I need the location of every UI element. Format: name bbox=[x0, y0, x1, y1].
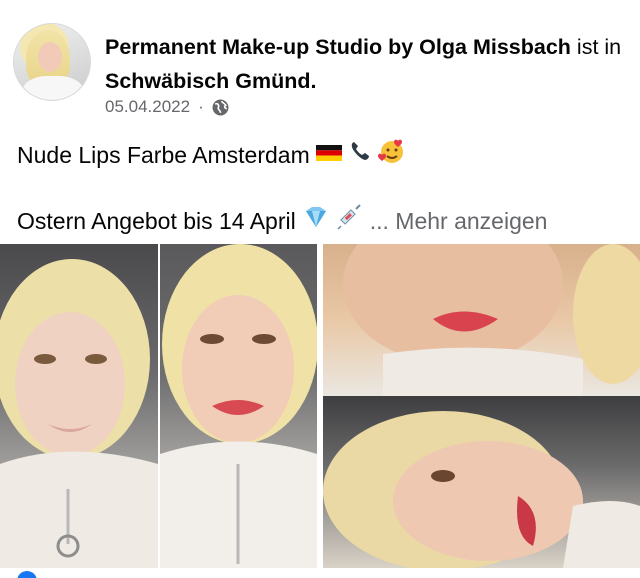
page-name-link[interactable]: Permanent Make-up Studio by Olga Missbac… bbox=[105, 35, 571, 59]
photo-before-front[interactable] bbox=[0, 244, 158, 568]
syringe-icon bbox=[336, 203, 364, 238]
avatar-face bbox=[38, 42, 62, 72]
photo-lips-side[interactable] bbox=[323, 396, 640, 568]
see-more-link[interactable]: ... Mehr anzeigen bbox=[370, 206, 548, 236]
post-header: Permanent Make-up Studio by Olga Missbac… bbox=[0, 0, 640, 120]
meta-separator: · bbox=[198, 97, 204, 116]
location-link[interactable]: Schwäbisch Gmünd. bbox=[105, 69, 316, 93]
photo-lips-closeup[interactable] bbox=[323, 244, 640, 396]
post-meta: 05.04.2022 · bbox=[105, 96, 229, 118]
photo-lips-closeup-illustration bbox=[343, 244, 640, 396]
avatar-shirt bbox=[22, 76, 84, 100]
post-text-line2: Ostern Angebot bis 14 April ... Mehr anz… bbox=[17, 203, 547, 238]
phone-icon bbox=[348, 139, 372, 170]
photo-before-illustration bbox=[0, 259, 158, 568]
photo-after-front[interactable] bbox=[160, 244, 317, 568]
globe-icon[interactable] bbox=[212, 99, 229, 116]
post-footer bbox=[0, 568, 640, 578]
photo-after-illustration bbox=[160, 244, 317, 568]
connector-text: ist in bbox=[570, 35, 622, 59]
gem-icon bbox=[302, 205, 330, 236]
post-text-line1: Nude Lips Farbe Amsterdam bbox=[17, 137, 406, 172]
photo-grid bbox=[0, 244, 640, 568]
smiling-face-hearts-icon bbox=[377, 137, 406, 172]
post-text-line2-content: Ostern Angebot bis 14 April bbox=[17, 207, 296, 234]
photo-lips-side-illustration bbox=[323, 411, 640, 568]
germany-flag-icon bbox=[315, 140, 342, 170]
post-text-line1-content: Nude Lips Farbe Amsterdam bbox=[17, 141, 310, 168]
like-reaction-icon[interactable] bbox=[17, 571, 37, 578]
post-author-line: Permanent Make-up Studio by Olga Missbac… bbox=[105, 30, 625, 98]
post-date[interactable]: 05.04.2022 bbox=[105, 97, 190, 117]
page-avatar[interactable] bbox=[13, 23, 91, 101]
